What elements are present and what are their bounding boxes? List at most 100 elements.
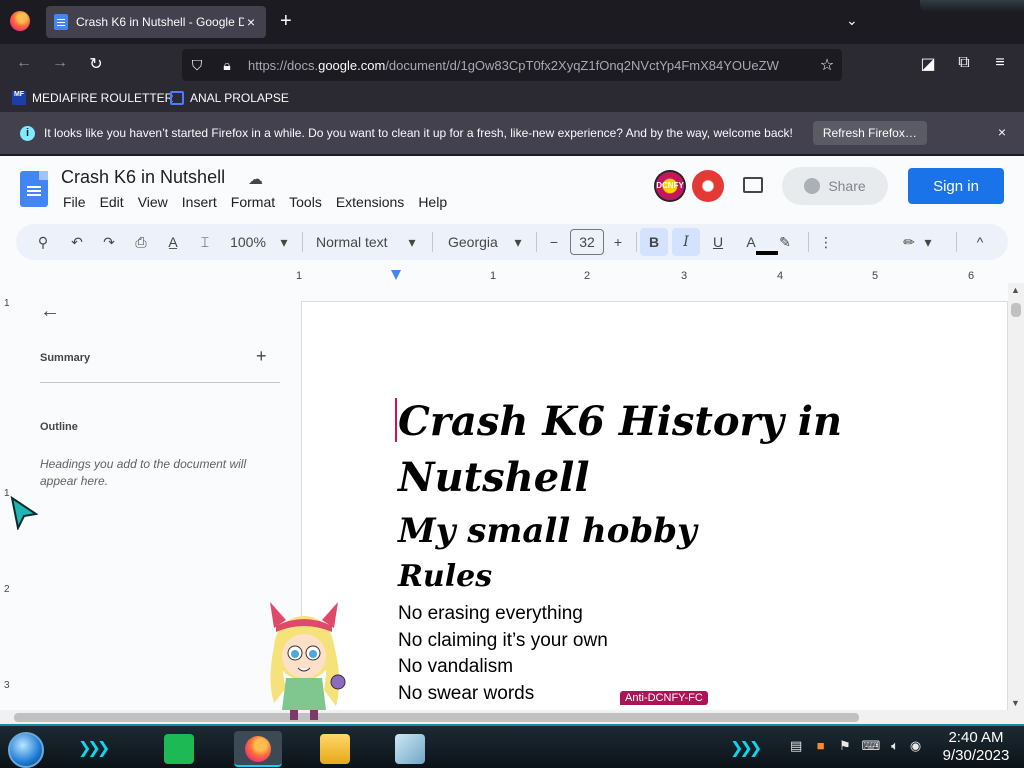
chevron-down-icon[interactable]: ▾ [922,232,934,252]
document-page[interactable]: Crash K6 History in Nutshell My small ho… [301,301,1008,721]
increase-font-size-button[interactable]: + [610,232,626,252]
zoom-select[interactable]: 100% [228,232,268,252]
chevron-down-icon[interactable]: ▾ [512,232,524,252]
clock-time: 2:40 AM [948,729,1004,746]
scroll-up-arrow-icon[interactable]: ▲ [1011,285,1020,295]
horizontal-ruler[interactable]: 1 1 2 3 4 5 6 [296,268,1024,288]
menu-tools[interactable]: Tools [289,194,322,210]
google-docs-logo-icon[interactable] [20,171,48,207]
document-heading-rules[interactable]: Rules [398,557,492,597]
tray-app-icon[interactable]: ■ [817,738,825,753]
italic-button[interactable]: I [672,228,700,256]
rule-line[interactable]: No swear words [398,681,608,708]
menu-insert[interactable]: Insert [182,194,217,210]
cloud-status-icon[interactable]: ☁ [248,170,263,188]
redo-icon[interactable]: ↷ [100,232,118,252]
underline-button[interactable]: U [710,232,726,252]
tray-overflow-icon[interactable]: ▤ [790,738,802,753]
lock-icon[interactable]: 🔒︎ [212,57,242,74]
collaborator-avatar[interactable] [692,170,724,202]
print-icon[interactable]: ⎙ [132,232,150,252]
bold-button[interactable]: B [640,228,668,256]
notes-app-icon[interactable] [164,734,194,764]
scrollbar-thumb[interactable] [14,713,859,722]
url-text[interactable]: https://docs.google.com/document/d/1gOw8… [242,58,812,73]
collaborator-avatar[interactable]: DCNFY [654,170,686,202]
volume-icon[interactable]: 🔈︎ [891,738,899,753]
menu-file[interactable]: File [63,194,86,210]
decrease-font-size-button[interactable]: − [546,232,562,252]
search-menus-icon[interactable]: ⚲ [34,232,52,252]
scrollbar-thumb[interactable] [1011,303,1021,317]
share-button[interactable]: Share [782,167,888,205]
rule-line[interactable]: No erasing everything [398,601,608,628]
chevron-down-icon[interactable]: ▾ [278,232,290,252]
rules-list[interactable]: No erasing everything No claiming it’s y… [398,601,608,707]
firefox-taskbar-icon[interactable] [234,731,282,767]
spellcheck-icon[interactable]: A̲ [164,232,182,252]
new-tab-button[interactable]: + [280,10,292,32]
chevron-down-icon[interactable]: ▾ [406,232,418,252]
editing-mode-pencil-icon[interactable]: ✏ [900,232,918,252]
action-center-flag-icon[interactable]: ⚑ [839,738,851,753]
paint-format-icon[interactable]: ⌶ [196,232,214,252]
document-heading-subtitle[interactable]: My small hobby [398,508,697,554]
file-explorer-icon[interactable] [320,734,350,764]
highlight-pen-icon[interactable]: ✎ [776,232,794,252]
sign-in-button[interactable]: Sign in [908,168,1004,204]
bookmark-star-icon[interactable]: ☆ [812,55,842,75]
font-size-input[interactable]: 32 [570,229,604,255]
bookmark-anal-prolapse[interactable]: ANAL PROLAPSE [170,91,289,105]
indent-marker-icon[interactable] [391,270,401,280]
taskbar-clock[interactable]: 2:40 AM 9/30/2023 [936,729,1016,765]
font-family-select[interactable]: Georgia [448,232,506,252]
refresh-firefox-button[interactable]: Refresh Firefox… [812,121,927,145]
firefox-logo-icon[interactable] [10,11,30,31]
list-all-tabs-icon[interactable]: ⌄ [846,12,858,29]
document-title[interactable]: Crash K6 in Nutshell [61,167,225,188]
tab-close-icon[interactable]: × [244,14,258,30]
add-summary-icon[interactable]: + [256,346,267,367]
menu-extensions[interactable]: Extensions [336,194,404,210]
url-bar[interactable]: ⛉ 🔒︎ https://docs.google.com/document/d/… [182,49,842,81]
ruler-tick: 1 [296,270,303,282]
browser-tab-active[interactable]: Crash K6 in Nutshell - Google D × [46,6,266,38]
vertical-scrollbar[interactable]: ▲ ▼ [1008,283,1024,710]
menu-format[interactable]: Format [231,194,275,210]
notification-close-icon[interactable]: × [998,124,1006,140]
bookmark-mediafire-rouletter[interactable]: MF MEDIAFIRE ROULETTER [12,91,173,105]
paragraph-style-select[interactable]: Normal text [316,232,396,252]
sidebar-divider [40,382,280,383]
back-icon[interactable]: ← [14,54,34,72]
ruler-tick: 1 [4,488,10,499]
text-color-button[interactable]: A [742,232,760,252]
google-docs-app: Crash K6 in Nutshell ☁ File Edit View In… [0,156,1024,724]
network-icon[interactable]: ⌨ [862,738,881,753]
menu-edit[interactable]: Edit [100,194,124,210]
start-button[interactable] [8,732,44,768]
document-heading-title[interactable]: Crash K6 History in Nutshell [398,394,898,506]
desktop-mascot-character [270,602,346,720]
undo-icon[interactable]: ↶ [68,232,86,252]
bookmark-label: ANAL PROLAPSE [190,91,289,105]
rule-line[interactable]: No claiming it’s your own [398,628,608,655]
menu-help[interactable]: Help [418,194,447,210]
scroll-down-arrow-icon[interactable]: ▼ [1011,698,1020,708]
horizontal-scrollbar[interactable] [0,710,1024,724]
comment-history-icon[interactable] [743,177,763,193]
reload-icon[interactable]: ↻ [86,54,106,74]
snipping-tool-icon[interactable] [395,734,425,764]
tracking-protection-shield-icon[interactable]: ⛉ [182,57,212,74]
menu-view[interactable]: View [138,194,168,210]
extensions-icon[interactable]: ⧉ [954,54,974,72]
firefox-tray-icon[interactable]: ◉ [910,738,921,753]
forward-icon[interactable]: → [50,54,70,72]
hide-menus-chevron-up-icon[interactable]: ^ [972,232,988,252]
pocket-icon[interactable]: ◪ [918,54,938,74]
app-menu-icon[interactable]: ≡ [990,54,1010,72]
more-options-icon[interactable]: ⋮ [818,232,834,252]
close-outline-arrow-icon[interactable]: ← [40,300,60,323]
rule-line[interactable]: No vandalism [398,654,608,681]
taskbar-decoration: ❯❯❯ [78,740,110,757]
ruler-tick: 2 [4,584,10,595]
